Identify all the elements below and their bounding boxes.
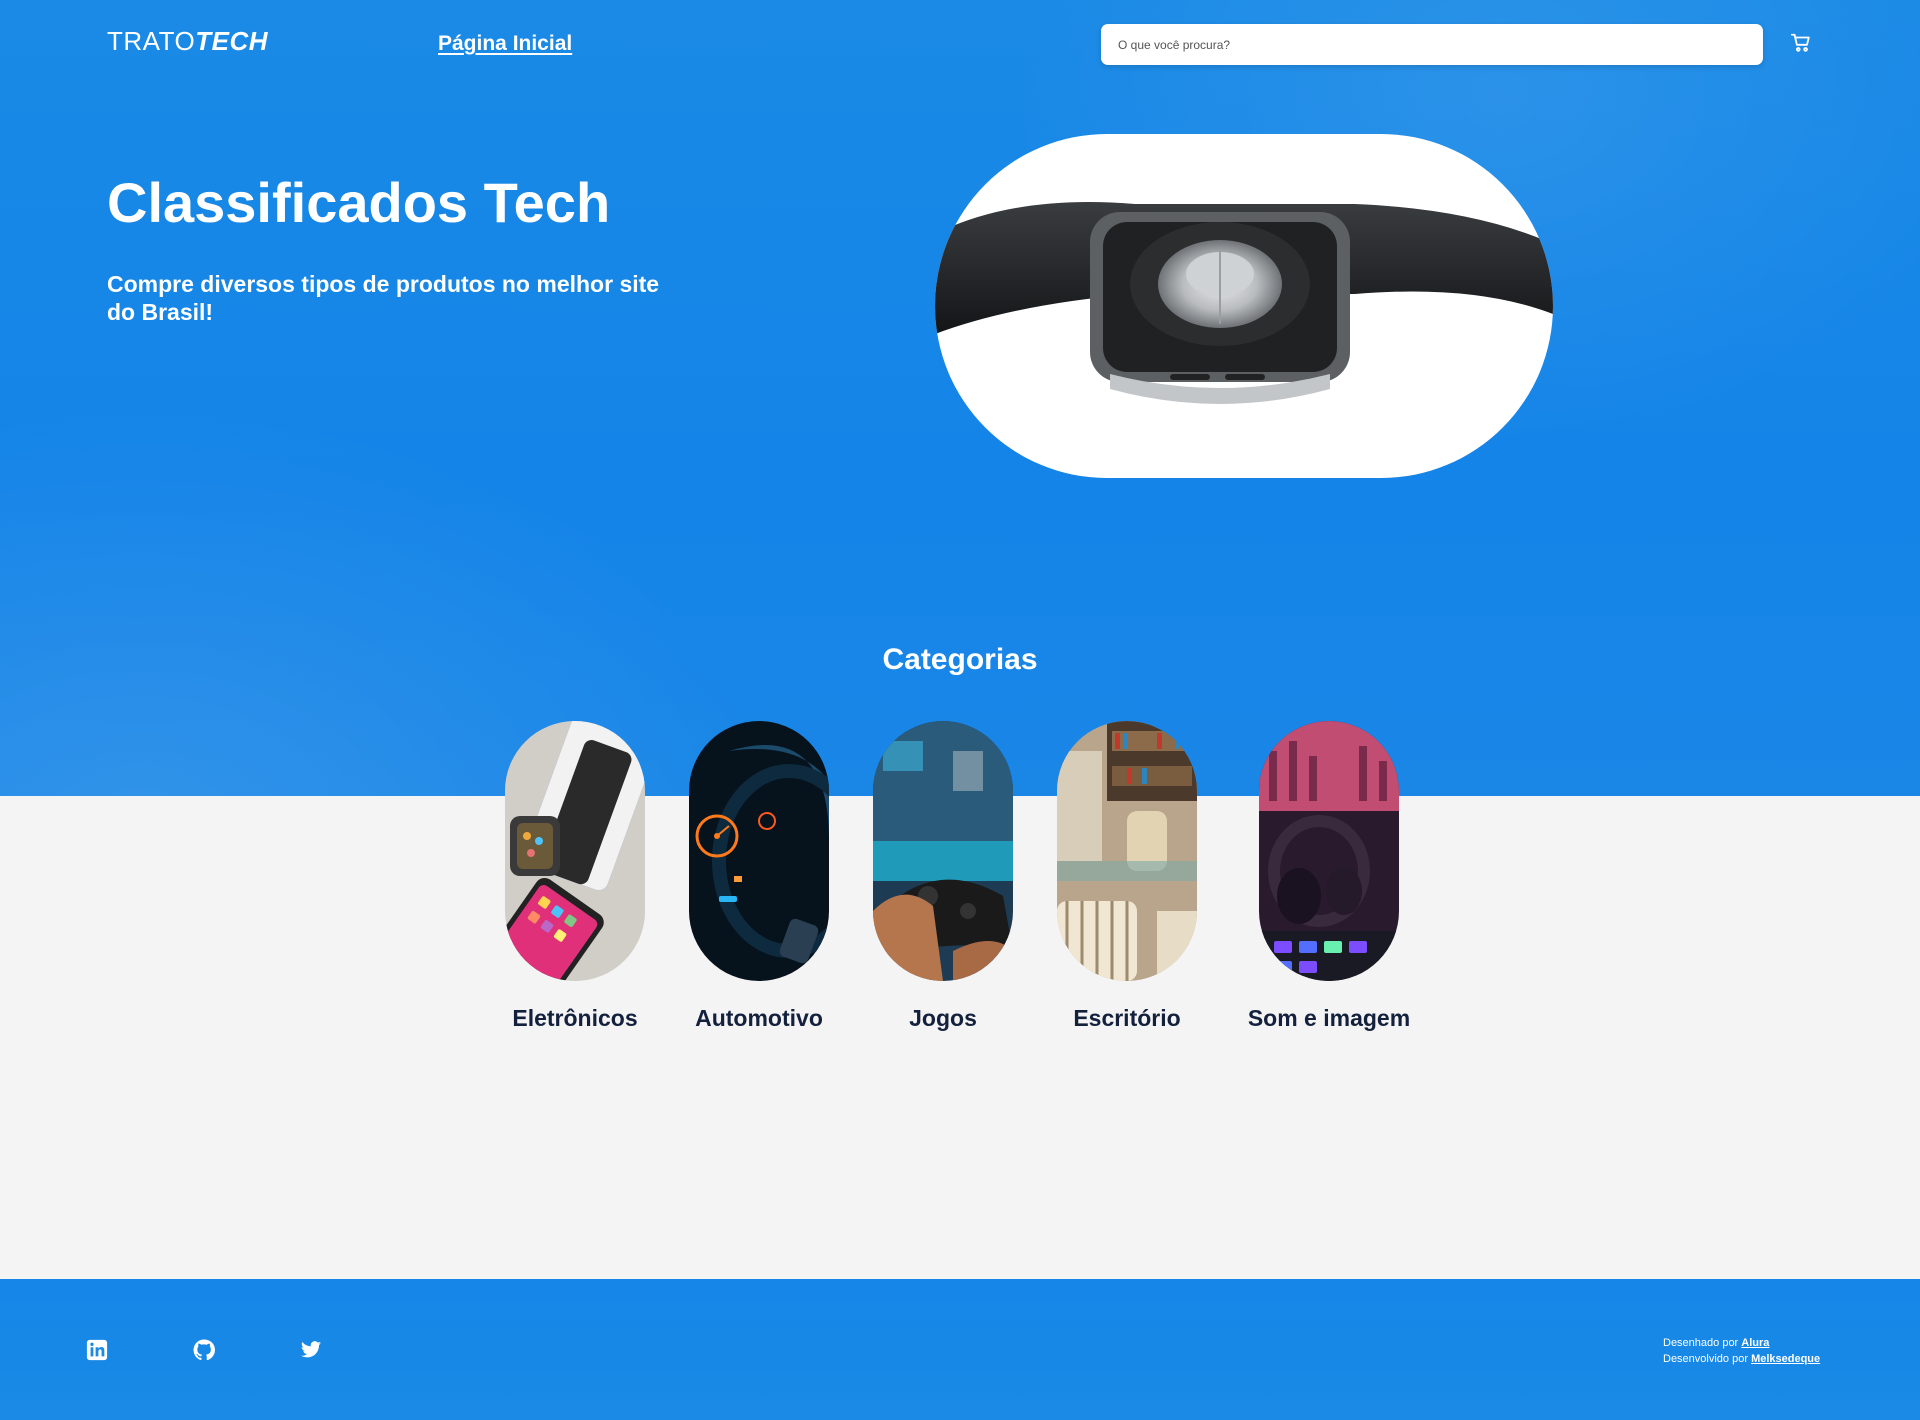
credits: Desenhado por Alura Desenvolvido por Mel…: [1663, 1335, 1820, 1367]
alura-link[interactable]: Alura: [1741, 1337, 1769, 1349]
credits-developed: Desenvolvido por Melksedeque: [1663, 1351, 1820, 1367]
credits-designed: Desenhado por Alura: [1663, 1335, 1820, 1351]
category-label-games[interactable]: Jogos: [843, 1005, 1043, 1032]
hero-title: Classificados Tech: [107, 171, 611, 234]
search-input[interactable]: [1101, 24, 1738, 65]
category-automotive-image[interactable]: [689, 721, 829, 981]
logo-bold-text: TECH: [195, 26, 268, 56]
credits-developed-prefix: Desenvolvido por: [1663, 1353, 1748, 1365]
category-electronics-image[interactable]: [505, 721, 645, 981]
github-icon[interactable]: [193, 1339, 215, 1361]
category-label-automotive[interactable]: Automotivo: [659, 1005, 859, 1032]
category-label-office[interactable]: Escritório: [1027, 1005, 1227, 1032]
search-box: [1101, 24, 1763, 65]
category-office-image[interactable]: [1057, 721, 1197, 981]
header: TRATOTECH Página Inicial: [0, 0, 1920, 90]
cart-icon[interactable]: [1790, 32, 1812, 54]
category-label-sound[interactable]: Som e imagem: [1229, 1005, 1429, 1032]
developer-link[interactable]: Melksedeque: [1751, 1353, 1820, 1365]
category-label-electronics[interactable]: Eletrônicos: [475, 1005, 675, 1032]
category-sound-image[interactable]: [1259, 721, 1399, 981]
smartwatch-image: [935, 134, 1553, 478]
footer: [0, 1279, 1920, 1420]
linkedin-icon[interactable]: [86, 1339, 108, 1361]
nav-home-link[interactable]: Página Inicial: [438, 32, 572, 56]
category-games-image[interactable]: [873, 721, 1013, 981]
logo[interactable]: TRATOTECH: [107, 26, 268, 57]
credits-designed-prefix: Desenhado por: [1663, 1337, 1739, 1349]
twitter-icon[interactable]: [300, 1339, 322, 1361]
categories-title: Categorias: [882, 643, 1038, 676]
hero-subtitle: Compre diversos tipos de produtos no mel…: [107, 271, 660, 325]
logo-light-text: TRATO: [107, 26, 196, 56]
